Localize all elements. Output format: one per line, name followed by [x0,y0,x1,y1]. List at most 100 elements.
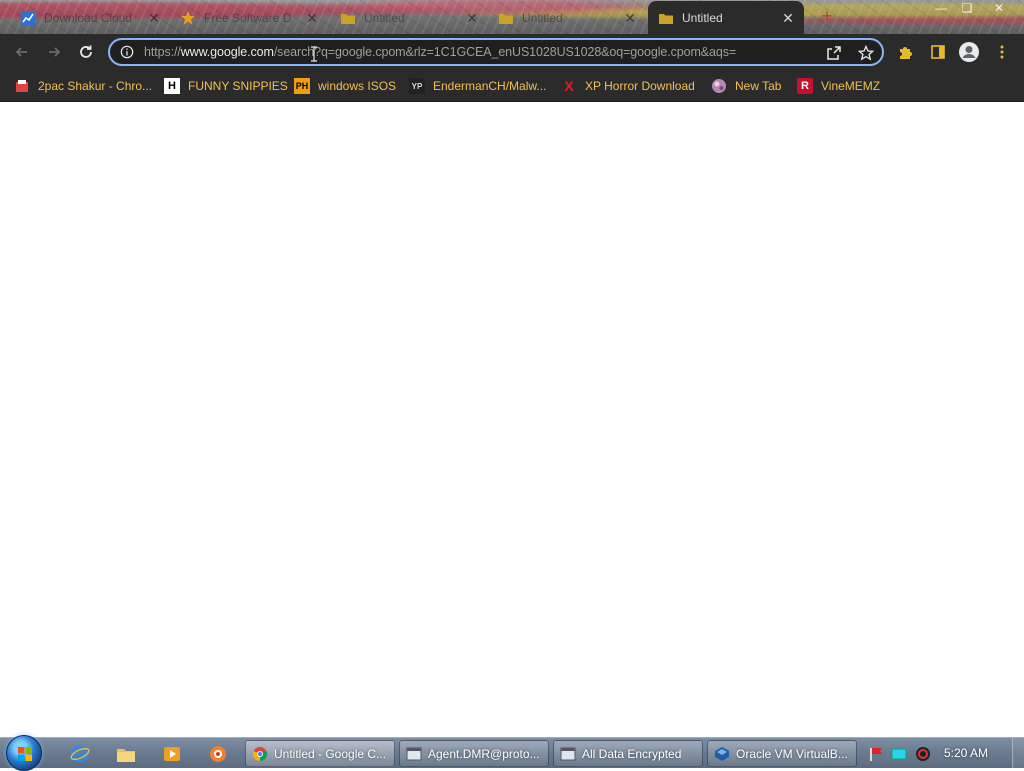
forward-arrow-icon [49,47,61,57]
forward-button[interactable] [42,40,66,64]
task-label: Agent.DMR@proto... [428,746,540,761]
tab-download-cloud[interactable]: Download Cloud... ✕ [10,4,170,32]
task-label: All Data Encrypted [582,746,682,761]
close-window-icon[interactable]: ✕ [986,0,1012,18]
tab-title: Untitled [682,10,723,25]
windows-taskbar: Untitled - Google C... Agent.DMR@proto..… [0,735,1024,771]
r-logo-icon: R [797,78,813,94]
bookmark-star-icon[interactable] [858,45,874,61]
volume-tray-icon[interactable] [915,746,931,762]
tab-untitled-active[interactable]: Untitled ✕ [648,1,804,34]
extensions-button[interactable] [894,40,918,64]
tab-untitled-2[interactable]: Untitled ✕ [488,4,646,32]
avatar-icon [959,42,979,62]
url-text[interactable]: https://www.google.com/search?q=google.c… [144,45,824,59]
tab-title: Untitled [522,11,563,25]
start-button[interactable] [6,735,42,771]
folder-icon [658,10,674,26]
task-label: Untitled - Google C... [274,746,387,761]
network-tray-icon[interactable] [891,746,907,762]
puzzle-icon [900,47,912,59]
task-label: Oracle VM VirtualB... [736,746,848,761]
flag-tray-icon[interactable] [868,746,884,762]
tab-strip: Download Cloud... ✕ Free Software D... ✕… [0,0,1024,34]
taskbar-task-chrome[interactable]: Untitled - Google C... [245,740,395,767]
window-icon [560,747,576,760]
document-icon [14,78,30,94]
windows-flag-icon [18,747,32,761]
bookmark-label: VineMEMZ [821,79,881,93]
text-cursor-icon [311,46,317,62]
url-host: www.google.com [180,45,274,59]
side-panel-button[interactable] [926,40,950,64]
maximize-icon[interactable]: ❏ [954,0,980,18]
internet-explorer-icon [70,745,90,763]
tab-untitled-1[interactable]: Untitled ✕ [330,4,488,32]
bookmark-label: XP Horror Download [585,79,695,93]
reload-button[interactable] [74,40,98,64]
close-icon[interactable]: ✕ [780,10,796,26]
side-panel-icon [931,45,945,59]
url-scheme: https:// [144,45,181,59]
new-tab-button[interactable]: + [818,7,836,25]
media-player-icon [164,747,180,761]
minimize-icon[interactable]: — [928,0,954,18]
show-desktop-button[interactable] [1012,738,1024,769]
close-icon[interactable]: ✕ [622,10,638,26]
back-button[interactable] [10,40,34,64]
bookmark-vinememz[interactable]: R VineMEMZ [797,77,880,95]
url-path: /search?q=google.cpom&rlz=1C1GCEA_enUS10… [273,45,737,59]
bookmark-endermanch[interactable]: YP EndermanCH/Malw... [409,77,546,95]
browser-toolbar: https://www.google.com/search?q=google.c… [0,34,1024,70]
window-icon [406,747,422,760]
yp-logo-icon: YP [409,78,425,94]
tab-free-software[interactable]: Free Software D... ✕ [170,4,328,32]
star-icon [180,10,196,26]
close-icon[interactable]: ✕ [304,10,320,26]
taskbar-task-encrypted[interactable]: All Data Encrypted [553,740,703,767]
chart-icon [20,10,36,26]
bookmark-label: windows ISOS [318,79,397,93]
bookmark-label: FUNNY SNIPPIES [188,79,288,93]
x-logo-icon: X [564,78,574,94]
menu-button[interactable] [990,40,1014,64]
tab-title: Download Cloud... [44,11,132,25]
taskbar-clock[interactable]: 5:20 AM [944,746,988,760]
kebab-menu-icon [1000,45,1004,59]
info-icon[interactable] [120,45,134,59]
bookmark-2pac[interactable]: 2pac Shakur - Chro... [14,77,152,95]
folder-icon [498,10,514,26]
tab-title: Free Software D... [204,11,292,25]
close-icon[interactable]: ✕ [146,10,162,26]
app-icon [210,746,226,762]
ph-logo-icon: PH [294,78,310,94]
folder-icon [117,749,135,762]
taskbar-task-agent[interactable]: Agent.DMR@proto... [399,740,549,767]
bookmark-xp-horror[interactable]: X XP Horror Download [561,77,695,95]
page-content [0,103,1024,737]
bookmark-new-tab[interactable]: New Tab [711,77,781,95]
bookmark-label: 2pac Shakur - Chro... [38,79,153,93]
share-icon[interactable] [826,45,842,61]
reload-icon [80,45,92,58]
bookmark-funny-snippies[interactable]: H FUNNY SNIPPIES [164,77,288,95]
bookmark-windows-isos[interactable]: PH windows ISOS [294,77,396,95]
bookmarks-bar: 2pac Shakur - Chro... H FUNNY SNIPPIES P… [0,70,1024,102]
virtualbox-icon [715,746,729,761]
internet-explorer-pin[interactable] [62,741,98,767]
bookmark-label: EndermanCH/Malw... [433,79,547,93]
close-icon[interactable]: ✕ [464,10,480,26]
h-logo-icon: H [164,78,180,94]
back-arrow-icon [15,47,27,57]
chrome-icon [252,746,268,761]
media-player-pin[interactable] [154,741,190,767]
file-explorer-pin[interactable] [108,741,144,767]
profile-button[interactable] [957,40,981,64]
taskbar-task-virtualbox[interactable]: Oracle VM VirtualB... [707,740,857,767]
folder-icon [340,10,356,26]
bookmark-label: New Tab [735,79,782,93]
address-bar[interactable]: https://www.google.com/search?q=google.c… [108,38,884,66]
app-pin[interactable] [200,741,236,767]
globe-icon [711,78,727,94]
tab-title: Untitled [364,11,405,25]
